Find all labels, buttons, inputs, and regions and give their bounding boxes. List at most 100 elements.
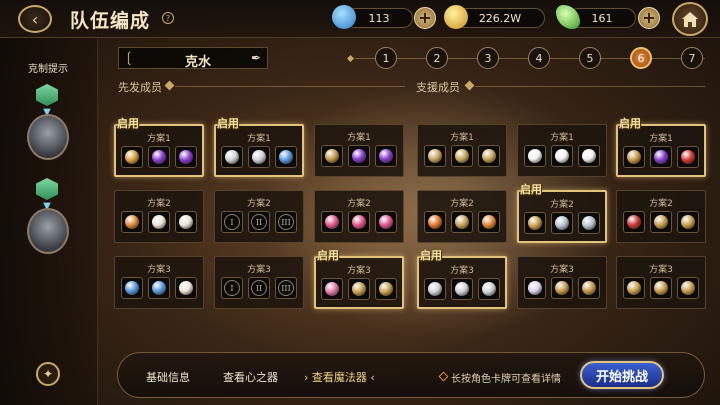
plan-card[interactable]: 方案1 [417,124,507,177]
team-tab-7[interactable]: 7 [681,47,703,69]
potion-white-icon[interactable] [524,277,546,299]
empty-slot-icon[interactable]: II [248,211,270,233]
team-tab-1[interactable]: 1 [375,47,397,69]
sword-gold-icon[interactable] [478,145,500,167]
element-selector[interactable]: ❲ 克水 ✒ [118,47,268,70]
spear-orange-icon[interactable] [478,211,500,233]
section-divider [475,86,705,87]
plan-card[interactable]: 方案3 [517,256,607,309]
settings-button[interactable]: ✦ [36,362,60,386]
item-glyph [582,149,596,163]
back-button[interactable]: ‹ [18,5,52,33]
help-icon[interactable]: ? [162,12,174,24]
plan-card[interactable]: 方案3 [417,256,507,309]
plan-label: 方案1 [450,133,474,143]
start-challenge-button[interactable]: 开始挑战 [580,361,664,389]
shield-silver-icon[interactable] [248,146,270,168]
shield-silver-icon[interactable] [424,278,446,300]
plan-card[interactable]: 方案3 I II III [214,256,304,309]
shield-silver-icon[interactable] [451,278,473,300]
orb-purple-icon[interactable] [148,146,170,168]
glove-white-icon[interactable] [524,145,546,167]
shield-gold-icon[interactable] [677,211,699,233]
pouch-white-icon[interactable] [175,211,197,233]
view-heart-tab[interactable]: 查看心之器 [223,369,278,385]
shield-gold-icon[interactable] [650,211,672,233]
pouch-gold-icon[interactable] [578,277,600,299]
trident-silver-icon[interactable] [578,212,600,234]
plan-card[interactable]: 方案2 [517,190,607,243]
plan-card[interactable]: 方案1 [114,124,204,177]
plan-card[interactable]: 方案2 [314,190,404,243]
sword-gold-icon[interactable] [451,211,473,233]
item-glyph [482,149,496,163]
sword-orange-icon[interactable] [424,211,446,233]
item-glyph [152,281,166,295]
plan-card[interactable]: 方案1 [314,124,404,177]
orb-red-icon[interactable] [677,146,699,168]
plan-card[interactable]: 方案1 [517,124,607,177]
pouch-gold-icon[interactable] [321,145,343,167]
quill-icon[interactable]: ✒ [251,51,261,65]
character-portrait-1[interactable] [27,114,69,160]
pouch-gold-icon[interactable] [551,277,573,299]
plan-label: 方案3 [649,265,673,275]
empty-slot-icon[interactable]: III [275,277,297,299]
orb-red-icon[interactable] [623,211,645,233]
orb-purple-icon[interactable] [375,145,397,167]
plan-card[interactable]: 方案1 [616,124,706,177]
home-button[interactable] [672,2,708,36]
plan-card[interactable]: 方案2 [114,190,204,243]
pouch-gold-icon[interactable] [623,146,645,168]
orb-purple-icon[interactable] [175,146,197,168]
glove-white-icon[interactable] [578,145,600,167]
plan-card[interactable]: 方案2 I II III [214,190,304,243]
team-tab-4[interactable]: 4 [528,47,550,69]
trident-silver-icon[interactable] [551,212,573,234]
team-tab-5[interactable]: 5 [579,47,601,69]
team-tab-6[interactable]: 6 [630,47,652,69]
spear-blue-icon[interactable] [275,146,297,168]
team-tab-2[interactable]: 2 [426,47,448,69]
empty-slot-icon[interactable]: I [221,277,243,299]
plan-card[interactable]: 方案3 [314,256,404,309]
shield-silver-icon[interactable] [221,146,243,168]
team-tab-3[interactable]: 3 [477,47,499,69]
empty-slot-icon[interactable]: II [248,277,270,299]
orb-purple-icon[interactable] [650,146,672,168]
glove-white-icon[interactable] [551,145,573,167]
plan-card[interactable]: 方案3 [616,256,706,309]
shield-gold-icon[interactable] [650,277,672,299]
add-crystal-button[interactable]: + [638,7,660,29]
shield-silver-icon[interactable] [478,278,500,300]
orb-purple-icon[interactable] [348,145,370,167]
pouch-white-icon[interactable] [175,277,197,299]
spear-orange-icon[interactable] [121,211,143,233]
add-water-button[interactable]: + [414,7,436,29]
view-magic-tab[interactable]: › 查看魔法器 ‹ [304,369,375,385]
orb-gold-icon[interactable] [121,146,143,168]
potion-pink-icon[interactable] [321,211,343,233]
shield-gold-icon[interactable] [623,277,645,299]
plan-card[interactable]: 方案2 [417,190,507,243]
shield-gold-icon[interactable] [375,278,397,300]
character-portrait-2[interactable] [27,208,69,254]
pouch-white-icon[interactable] [148,211,170,233]
empty-slot-icon[interactable]: III [275,211,297,233]
enabled-tag: 启用 [117,117,139,130]
shield-gold-icon[interactable] [677,277,699,299]
spear-blue-icon[interactable] [121,277,143,299]
potion-pink-icon[interactable] [375,211,397,233]
empty-slot-icon[interactable]: I [221,211,243,233]
potion-pink-icon[interactable] [348,211,370,233]
orb-pink-icon[interactable] [321,278,343,300]
plan-card[interactable]: 方案3 [114,256,204,309]
plan-card[interactable]: 方案1 [214,124,304,177]
plan-card[interactable]: 方案2 [616,190,706,243]
sword-gold-icon[interactable] [424,145,446,167]
spear-blue-icon[interactable] [148,277,170,299]
shield-gold-icon[interactable] [348,278,370,300]
shield-gold-icon[interactable] [524,212,546,234]
basic-info-tab[interactable]: 基础信息 [146,369,190,385]
sword-gold-icon[interactable] [451,145,473,167]
